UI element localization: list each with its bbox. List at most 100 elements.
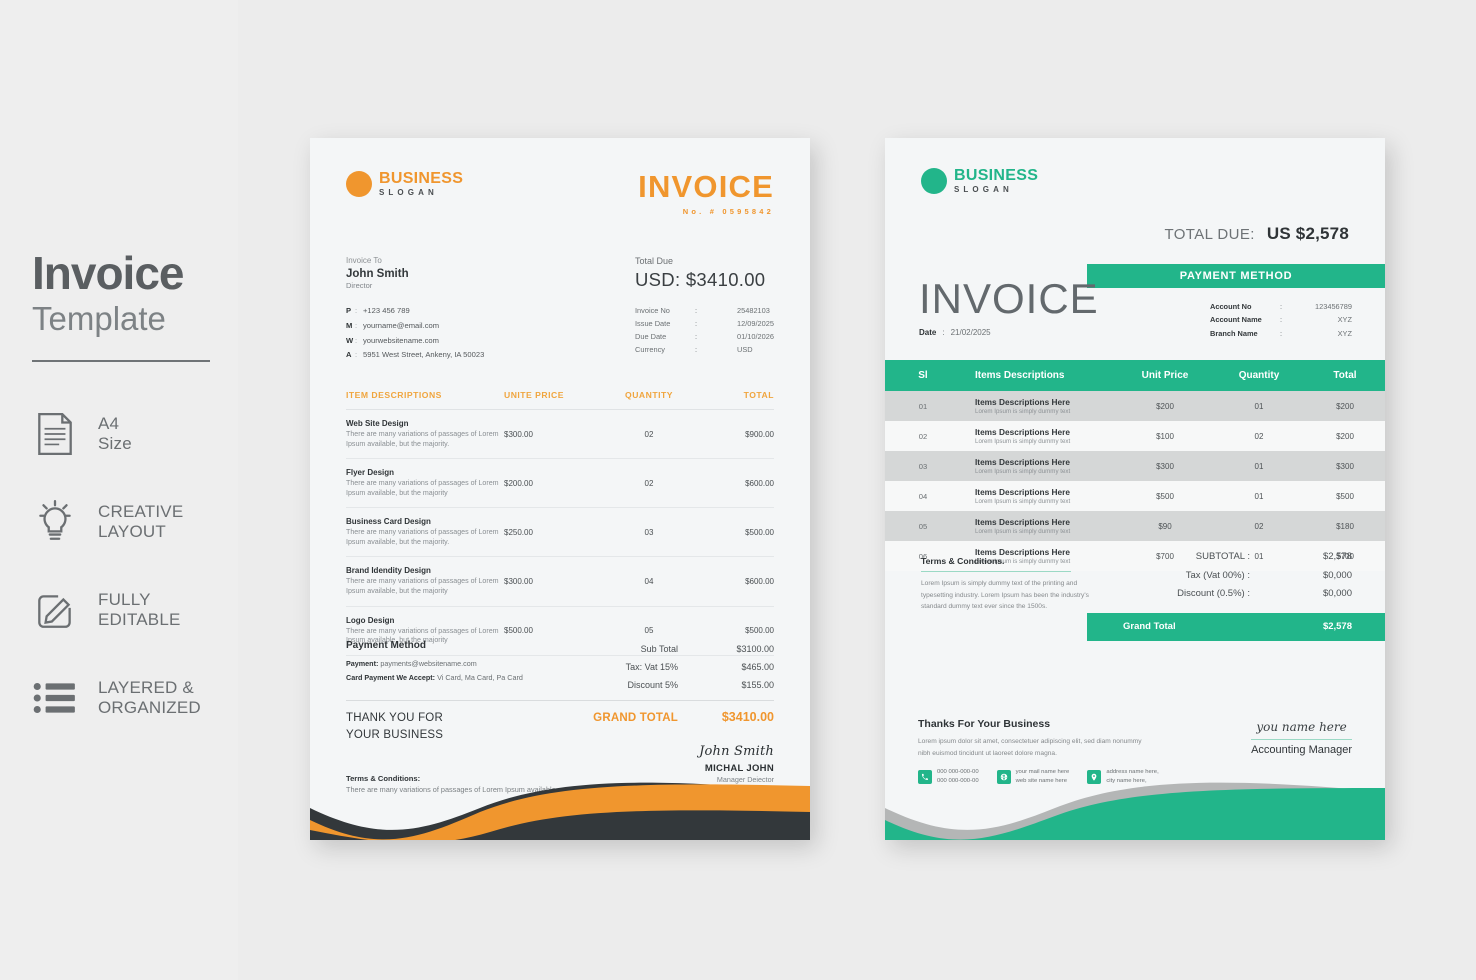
summary-row: SUBTOTAL : $2,578 bbox=[1087, 548, 1385, 567]
table-row: Brand Idendity Design There are many vari… bbox=[346, 557, 774, 607]
summary-value: $155.00 bbox=[741, 680, 774, 690]
signature-divider bbox=[1251, 739, 1352, 740]
total-due-amount: US $2,578 bbox=[1266, 224, 1349, 243]
summary-key: SUBTOTAL : bbox=[1195, 551, 1250, 562]
cell-total: $500.00 bbox=[745, 527, 774, 537]
feature-line1: A4 bbox=[98, 413, 120, 433]
total-due-amount: USD: $3410.00 bbox=[635, 269, 766, 290]
brand-logo-green: BUSINESS SLOGAN bbox=[921, 168, 1038, 194]
payment-email-value: payments@websitename.com bbox=[380, 659, 477, 668]
contact-list: P: +123 456 789 M: yourname@email.com W: your… bbox=[346, 304, 484, 363]
cell-price: $500.00 bbox=[504, 626, 533, 636]
summary-row: Tax (Vat 00%) : $0,000 bbox=[1087, 567, 1385, 586]
meta-colon: : bbox=[695, 331, 698, 341]
grand-total-divider bbox=[346, 700, 774, 701]
contact-colon: : bbox=[355, 350, 358, 360]
cell-total: $500.00 bbox=[745, 626, 774, 636]
cell-description: Web Site Design There are many variations… bbox=[346, 419, 504, 449]
grand-total-value: $2,578 bbox=[1322, 621, 1352, 633]
invoice-sheet-orange: BUSINESS SLOGAN INVOICE No. # 0595842 In… bbox=[310, 138, 810, 840]
cell-sl: 05 bbox=[918, 521, 928, 531]
invoice-date-colon: : bbox=[942, 328, 945, 337]
total-due-caption: TOTAL DUE: bbox=[1164, 226, 1255, 243]
invoice-date-row: Date : 21/02/2025 bbox=[919, 328, 1099, 337]
item-name: Business Card Design bbox=[346, 517, 431, 527]
bill-to-name: John Smith bbox=[346, 268, 409, 280]
summary-value: $2,578 bbox=[1322, 551, 1352, 562]
contact-value: +123 456 789 bbox=[363, 306, 410, 315]
promo-feature-list: A4 Size CREATIVE LAYOUT FULLY EDITABLE L… bbox=[32, 390, 212, 742]
col-header-price: Unit Price bbox=[1141, 370, 1189, 381]
col-header-sl: Sl bbox=[918, 370, 928, 381]
invoice-heading: INVOICE bbox=[919, 275, 1099, 322]
cell-price: $100 bbox=[1156, 431, 1174, 441]
logo-business-name: BUSINESS bbox=[954, 167, 1039, 184]
account-colon: : bbox=[1280, 315, 1283, 325]
col-header-total: Total bbox=[1333, 370, 1357, 381]
item-name: Flyer Design bbox=[346, 468, 395, 478]
item-name: Web Site Design bbox=[346, 419, 409, 428]
bill-to-role: Director bbox=[346, 281, 373, 290]
summary-list: SUBTOTAL : $2,578 Tax (Vat 00%) : $0,000 Dis… bbox=[1087, 548, 1385, 604]
cell-price: $200.00 bbox=[504, 478, 533, 488]
payment-method-block: Payment Method Payment: payments@website… bbox=[346, 640, 523, 694]
item-description: Lorem Ipsum is simply dummy text bbox=[975, 498, 1071, 505]
meta-value: USD bbox=[737, 344, 753, 354]
col-header-price: UNITE PRICE bbox=[504, 390, 564, 400]
cell-sl: 03 bbox=[918, 461, 928, 471]
feature-line2: Size bbox=[98, 433, 132, 453]
meta-line: Issue Date: 12/09/2025 bbox=[635, 318, 774, 331]
cell-total: $300 bbox=[1336, 461, 1354, 471]
contact-value: yourwebsitename.com bbox=[363, 335, 439, 345]
meta-line: Due Date: 01/10/2026 bbox=[635, 331, 774, 344]
total-due-caption: Total Due bbox=[635, 256, 674, 266]
feature-line1: CREATIVE bbox=[98, 501, 184, 521]
promo-feature-label: A4 Size bbox=[98, 414, 132, 454]
summary-key: Tax (Vat 00%) : bbox=[1185, 569, 1250, 581]
invoice-sheet-green: BUSINESS SLOGAN TOTAL DUE: US $2,578 PAY… bbox=[885, 138, 1385, 840]
orange-grand-total-row: THANK YOU FOR YOUR BUSINESS GRAND TOTAL … bbox=[346, 710, 774, 743]
col-header-total: TOTAL bbox=[743, 390, 774, 400]
cell-total: $180 bbox=[1336, 521, 1354, 531]
meta-key: Issue Date bbox=[635, 318, 671, 328]
meta-line: Currency: USD bbox=[635, 344, 774, 357]
thanks-heading: Thanks For Your Business bbox=[918, 718, 1051, 730]
cell-quantity: 04 bbox=[644, 576, 654, 586]
orange-payment-summary: Payment Method Payment: payments@website… bbox=[346, 640, 774, 694]
cell-price: $200 bbox=[1156, 401, 1174, 411]
grand-total-label: GRAND TOTAL bbox=[593, 712, 678, 724]
promo-feature-a4-size: A4 Size bbox=[32, 390, 212, 478]
payment-method-bar: PAYMENT METHOD bbox=[1087, 264, 1385, 288]
meta-colon: : bbox=[695, 306, 698, 315]
cell-description: Flyer Design There are many variations of… bbox=[346, 468, 504, 498]
summary-row: Discount 5% $155.00 bbox=[626, 676, 774, 694]
item-name: Items Descriptions Here bbox=[975, 517, 1070, 527]
cell-quantity: 01 bbox=[1254, 461, 1264, 471]
promo-feature-label: CREATIVE LAYOUT bbox=[98, 502, 183, 542]
account-row: Account No: 123456789 bbox=[1210, 300, 1352, 313]
invoice-meta-list: Invoice No: 25482103 Issue Date: 12/09/2025… bbox=[635, 305, 774, 357]
item-description: Lorem Ipsum is simply dummy text bbox=[975, 438, 1071, 445]
item-description: Lorem Ipsum is simply dummy text bbox=[975, 468, 1071, 475]
summary-key: Discount (0.5%) : bbox=[1177, 588, 1250, 600]
contact-line: P: +123 456 789 bbox=[346, 304, 484, 319]
cell-description: Business Card Design There are many varia… bbox=[346, 517, 504, 547]
payment-cards-line: Card Payment We Accept: Vi Card, Ma Card… bbox=[346, 672, 523, 684]
feature-line1: FULLY bbox=[98, 589, 151, 609]
cell-quantity: 05 bbox=[644, 626, 654, 636]
meta-key: Due Date bbox=[635, 331, 667, 341]
table-body: 01 Items Descriptions Here Lorem Ipsum is … bbox=[885, 391, 1385, 571]
grand-total-bar: Grand Total $2,578 bbox=[1087, 612, 1385, 641]
cell-description: Items Descriptions Here Lorem Ipsum is si… bbox=[961, 397, 1117, 415]
table-header-row: Sl Items Descriptions Unit Price Quantit… bbox=[885, 360, 1385, 391]
promo-subtitle: Template bbox=[32, 300, 166, 337]
summary-value: $465.00 bbox=[741, 662, 774, 672]
account-colon: : bbox=[1280, 328, 1283, 338]
col-header-description: Items Descriptions bbox=[975, 370, 1065, 381]
item-description: Lorem Ipsum is simply dummy text bbox=[975, 528, 1071, 535]
green-footer-wave bbox=[885, 782, 1385, 840]
item-description: There are many variations of passages of… bbox=[346, 577, 499, 595]
contact-line: W: yourwebsitename.com bbox=[346, 334, 484, 349]
item-description: There are many variations of passages of… bbox=[346, 479, 499, 497]
cell-quantity: 02 bbox=[644, 478, 654, 488]
